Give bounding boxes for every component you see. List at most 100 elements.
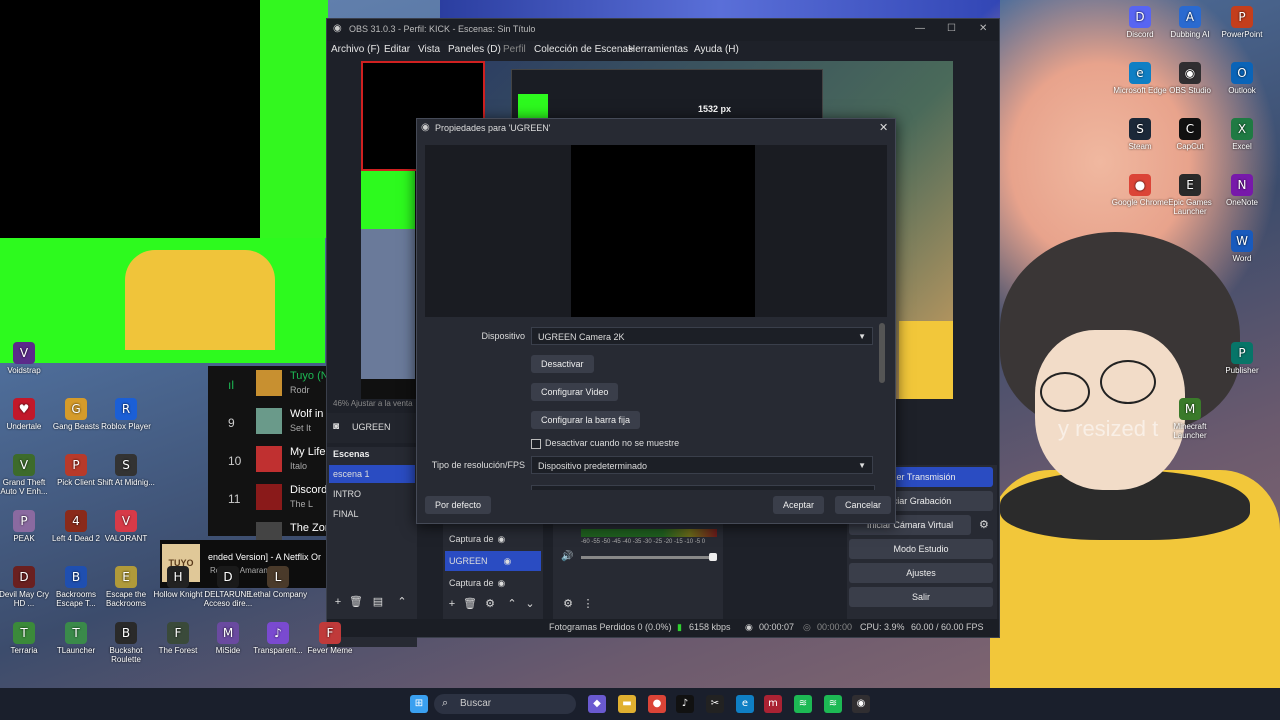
app-icon: F (167, 622, 189, 644)
delete-scene-icon[interactable]: 🗑 (349, 595, 363, 609)
track-row[interactable]: 9 Wolf in Set It (208, 406, 330, 442)
volume-slider[interactable] (581, 553, 717, 561)
desktop-icon[interactable]: F Fever Meme (300, 622, 360, 655)
desktop-icon[interactable]: A Dubbing AI (1160, 6, 1220, 39)
spotify2-icon[interactable]: ≋ (824, 695, 842, 713)
menu-coleccion-escenas[interactable]: Colección de Escenas (534, 44, 633, 55)
deactivate-when-hidden-checkbox[interactable] (531, 439, 541, 449)
source-item[interactable]: Captura de ◉ (445, 529, 541, 549)
eye-icon[interactable]: ◉ (498, 578, 506, 588)
resolution-type-select[interactable]: Dispositivo predeterminado ▼ (531, 456, 873, 474)
menu-perfil[interactable]: Perfil (503, 44, 526, 55)
checkbox-label: Desactivar cuando no se muestre (545, 438, 680, 448)
configure-crossbar-button[interactable]: Configurar la barra fija (531, 411, 641, 429)
edge-icon[interactable]: e (736, 695, 754, 713)
person-shirt (125, 250, 275, 350)
scenes-dock: Escenas escena 1 INTRO FINAL + 🗑 ▤ ⌃ (327, 447, 417, 647)
menu-paneles[interactable]: Paneles (D) (448, 44, 501, 55)
maximize-icon[interactable]: ☐ (947, 23, 956, 34)
file-explorer-icon[interactable]: ▬ (618, 695, 636, 713)
source-item[interactable]: UGREEN ◉ (445, 551, 541, 571)
app-icon: C (1179, 118, 1201, 140)
menu-archivo[interactable]: Archivo (F) (331, 44, 380, 55)
desktop-icon[interactable]: ♪ Transparent... (248, 622, 308, 655)
spotify-icon[interactable]: ≋ (794, 695, 812, 713)
desktop-icon[interactable]: E Escape the Backrooms (96, 566, 156, 608)
desktop-icon[interactable]: B Buckshot Roulette (96, 622, 156, 664)
start-icon[interactable]: ⊞ (410, 695, 428, 713)
obs-icon[interactable]: ◉ (852, 695, 870, 713)
overlay-text: y resized t (1058, 416, 1159, 441)
mixer-settings-icon[interactable]: ⚙ (561, 597, 575, 611)
exit-button[interactable]: Salir (849, 587, 993, 607)
menu-ayuda[interactable]: Ayuda (H) (694, 44, 739, 55)
add-scene-icon[interactable]: + (331, 595, 345, 609)
cancel-button[interactable]: Cancelar (835, 496, 892, 514)
settings-button[interactable]: Ajustes (849, 563, 993, 583)
defaults-button[interactable]: Por defecto (425, 496, 492, 514)
track-title: The Zon (290, 522, 330, 534)
chrome-icon[interactable]: ● (648, 695, 666, 713)
menu-herramientas[interactable]: Herramientas (628, 44, 688, 55)
volume-slider-handle[interactable] (709, 553, 717, 561)
track-row[interactable]: 10 My Life Italo (208, 444, 330, 480)
ok-button[interactable]: Aceptar (773, 496, 825, 514)
desktop-icon[interactable]: N OneNote (1212, 174, 1272, 207)
desktop-icon-label: Fever Meme (307, 646, 353, 655)
filter-icon[interactable]: ▤ (371, 595, 385, 609)
move-up-icon[interactable]: ⌃ (395, 595, 409, 609)
window-title: OBS 31.0.3 - Perfil: KICK - Escenas: Sin… (349, 24, 536, 34)
desktop-icon[interactable]: M Minecraft Launcher (1160, 398, 1220, 440)
scrollbar[interactable] (879, 323, 885, 383)
gear-icon[interactable]: ⚙ (979, 518, 989, 531)
capcut-icon[interactable]: ✂ (706, 695, 724, 713)
track-title: Wolf in (290, 408, 324, 420)
scene-item[interactable]: INTRO (329, 485, 415, 503)
desktop-icon[interactable]: L Lethal Company (248, 566, 308, 599)
scene-item[interactable]: escena 1 (329, 465, 415, 483)
eye-icon[interactable]: ◉ (504, 556, 512, 566)
add-source-icon[interactable]: + (445, 597, 459, 611)
search-box[interactable]: ⌕ Buscar (434, 694, 576, 714)
scene-item[interactable]: FINAL (329, 505, 415, 523)
minimize-icon[interactable]: — (915, 23, 925, 34)
app-icon: ♪ (267, 622, 289, 644)
desktop-icon[interactable]: W Word (1212, 230, 1272, 263)
desktop-icon[interactable]: O Outlook (1212, 62, 1272, 95)
configure-video-button[interactable]: Configurar Video (531, 383, 619, 401)
device-select[interactable]: UGREEN Camera 2K ▼ (531, 327, 873, 345)
source-item[interactable]: Captura de ◉ (445, 573, 541, 593)
desktop-icon[interactable]: X Excel (1212, 118, 1272, 151)
menu-vista[interactable]: Vista (418, 44, 440, 55)
desktop-icon[interactable]: P PowerPoint (1212, 6, 1272, 39)
desktop-icon[interactable]: V Voidstrap (0, 342, 54, 375)
more-icon[interactable]: ⋮ (581, 597, 595, 611)
desktop-icon[interactable]: R Roblox Player (96, 398, 156, 431)
gear-icon[interactable]: ⚙ (483, 597, 497, 611)
menu-editar[interactable]: Editar (384, 44, 410, 55)
speaker-icon[interactable]: 🔊 (561, 551, 573, 562)
deactivate-button[interactable]: Desactivar (531, 355, 594, 373)
desktop-icon[interactable]: C CapCut (1160, 118, 1220, 151)
app-icon: D (13, 566, 35, 588)
track-row[interactable]: ıl Tuyo (N Rodr (208, 368, 330, 404)
desktop-icon[interactable]: P Publisher (1212, 342, 1272, 375)
track-row[interactable]: 11 Discord The L (208, 482, 330, 518)
app-icon: F (319, 622, 341, 644)
delete-source-icon[interactable]: 🗑 (463, 597, 477, 611)
resolution-type-value: Dispositivo predeterminado (538, 461, 648, 471)
eye-icon[interactable]: ◉ (498, 534, 506, 544)
app-m-icon[interactable]: m (764, 695, 782, 713)
studio-mode-button[interactable]: Modo Estudio (849, 539, 993, 559)
app-icon: L (267, 566, 289, 588)
close-icon[interactable]: ✕ (879, 121, 888, 134)
move-down-icon[interactable]: ⌄ (523, 597, 537, 611)
move-up-icon[interactable]: ⌃ (505, 597, 519, 611)
copilot-icon[interactable]: ◆ (588, 695, 606, 713)
desktop-icon[interactable]: V VALORANT (96, 510, 156, 543)
tiktok-icon[interactable]: ♪ (676, 695, 694, 713)
desktop-icon[interactable]: ◉ OBS Studio (1160, 62, 1220, 95)
desktop-icon[interactable]: S Shift At Midnig... (96, 454, 156, 487)
desktop-icon[interactable]: E Epic Games Launcher (1160, 174, 1220, 216)
close-icon[interactable]: ✕ (979, 23, 987, 34)
